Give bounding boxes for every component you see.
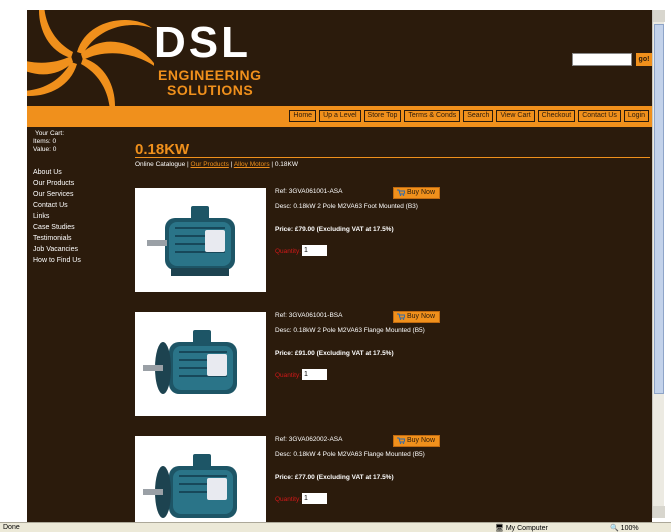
search-go-button[interactable]: go! [636, 53, 652, 66]
cart-title: Your Cart: [35, 130, 65, 137]
price-value: Price: £77.00 [275, 474, 315, 481]
electric-motor-icon [143, 330, 237, 394]
product-ref: Ref: 3GVA061001-BSA [275, 312, 343, 319]
brand-subtitle-engineering: ENGINEERING [158, 67, 262, 83]
nav-view-cart-button[interactable]: View Cart [496, 110, 535, 122]
buy-now-button[interactable]: Buy Now [393, 435, 440, 447]
zoom-level: 100% [620, 525, 639, 532]
product-item: Ref: 3GVA061001-ASA Buy Now Desc: 0.18kW… [135, 187, 650, 308]
buy-now-button[interactable]: Buy Now [393, 187, 440, 199]
price-vat-note: (Excluding VAT at 17.5%) [316, 226, 394, 233]
browser-status-bar: Done 🖥 My Computer 🔍 100% [0, 522, 671, 532]
sidebar-item-how-to-find-us[interactable]: How to Find Us [33, 255, 81, 266]
price-value: Price: £91.00 [275, 350, 315, 357]
browser-window: DSL ENGINEERING SOLUTIONS go! Home Up a … [0, 0, 671, 532]
buy-now-label: Buy Now [407, 313, 436, 320]
scroll-up-arrow-icon[interactable] [653, 10, 665, 22]
zone-label: My Computer [505, 525, 548, 532]
sidebar-item-links[interactable]: Links [33, 211, 81, 222]
product-ref: Ref: 3GVA062002-ASA [275, 436, 343, 443]
quantity-input[interactable]: 1 [302, 493, 327, 504]
nav-bar: Home Up a Level Store Top Terms & Conds … [27, 106, 652, 127]
product-description: Desc: 0.18kW 2 Pole M2VA63 Flange Mounte… [275, 327, 425, 334]
nav-login-button[interactable]: Login [623, 110, 649, 122]
product-ref: Ref: 3GVA061001-ASA [275, 188, 343, 195]
quantity-label: Quantity: [275, 248, 302, 255]
zoom-control[interactable]: 🔍 100% [610, 524, 639, 532]
motor-product-image[interactable] [135, 436, 266, 522]
buy-now-label: Buy Now [407, 189, 436, 196]
scroll-thumb[interactable] [654, 24, 664, 394]
product-item: Ref: 3GVA062002-ASA Buy Now Desc: 0.18kW… [135, 435, 650, 522]
sidebar-item-about-us[interactable]: About Us [33, 167, 81, 178]
price-vat-note: (Excluding VAT at 17.5%) [316, 474, 394, 481]
site-header: DSL ENGINEERING SOLUTIONS go! [27, 10, 652, 106]
vertical-scrollbar[interactable] [652, 10, 665, 518]
cart-items: Items: 0 [33, 138, 57, 145]
motor-product-image[interactable] [135, 312, 266, 416]
site-page: DSL ENGINEERING SOLUTIONS go! Home Up a … [27, 10, 652, 522]
product-price: Price: £91.00 (Excluding VAT at 17.5%) [275, 350, 394, 357]
cart-value: Value: 0 [33, 146, 57, 153]
price-vat-note: (Excluding VAT at 17.5%) [316, 350, 394, 357]
quantity-input[interactable]: 1 [302, 245, 327, 256]
breadcrumb: Online Catalogue | Our Products | Alloy … [135, 161, 298, 168]
quantity-input[interactable]: 1 [302, 369, 327, 380]
product-price: Price: £77.00 (Excluding VAT at 17.5%) [275, 474, 394, 481]
nav-up-a-level-button[interactable]: Up a Level [319, 110, 361, 122]
status-text: Done [3, 524, 20, 531]
shopping-cart-icon [397, 313, 405, 320]
quantity-label: Quantity: [275, 372, 302, 379]
security-zone: 🖥 My Computer [495, 524, 548, 532]
computer-icon: 🖥 [495, 525, 504, 532]
title-divider [135, 157, 650, 158]
sidebar-item-our-services[interactable]: Our Services [33, 189, 81, 200]
electric-motor-icon [147, 206, 235, 276]
quantity-label: Quantity: [275, 496, 302, 503]
dsl-swirl-logo-icon [27, 10, 154, 106]
sidebar-item-our-products[interactable]: Our Products [33, 178, 81, 189]
buy-now-button[interactable]: Buy Now [393, 311, 440, 323]
nav-home-button[interactable]: Home [289, 110, 317, 122]
zoom-icon: 🔍 [610, 525, 619, 532]
product-description: Desc: 0.18kW 2 Pole M2VA63 Foot Mounted … [275, 203, 418, 210]
price-value: Price: £79.00 [275, 226, 315, 233]
nav-checkout-button[interactable]: Checkout [537, 110, 576, 122]
nav-store-top-button[interactable]: Store Top [363, 110, 402, 122]
page-title: 0.18KW [135, 141, 190, 158]
motor-product-image[interactable] [135, 188, 266, 292]
product-item: Ref: 3GVA061001-BSA Buy Now Desc: 0.18kW… [135, 311, 650, 432]
search-input[interactable] [572, 53, 632, 66]
shopping-cart-icon [397, 189, 405, 196]
buy-now-label: Buy Now [407, 437, 436, 444]
breadcrumb-separator: | [230, 161, 233, 168]
shopping-cart-icon [397, 437, 405, 444]
product-description: Desc: 0.18kW 4 Pole M2VA63 Flange Mounte… [275, 451, 425, 458]
electric-motor-icon [143, 454, 237, 518]
cart-summary: Your Cart: Items: 0 Value: 0 [33, 130, 64, 154]
product-price: Price: £79.00 (Excluding VAT at 17.5%) [275, 226, 394, 233]
brand-subtitle-solutions: SOLUTIONS [167, 82, 254, 98]
sidebar-item-job-vacancies[interactable]: Job Vacancies [33, 244, 81, 255]
breadcrumb-current: | 0.18KW [271, 161, 299, 168]
brand-name: DSL [154, 18, 251, 67]
sidebar-item-testimonials[interactable]: Testimonials [33, 233, 81, 244]
sidebar-menu: About Us Our Products Our Services Conta… [33, 167, 81, 266]
breadcrumb-our-products-link[interactable]: Our Products [191, 161, 229, 168]
breadcrumb-lead: Online Catalogue | [135, 161, 189, 168]
nav-search-button[interactable]: Search [463, 110, 494, 122]
sidebar-item-contact-us[interactable]: Contact Us [33, 200, 81, 211]
breadcrumb-alloy-motors-link[interactable]: Alloy Motors [234, 161, 270, 168]
sidebar-item-case-studies[interactable]: Case Studies [33, 222, 81, 233]
nav-contact-us-button[interactable]: Contact Us [578, 110, 621, 122]
nav-terms-button[interactable]: Terms & Conds [404, 110, 461, 122]
scroll-down-arrow-icon[interactable] [653, 506, 665, 518]
